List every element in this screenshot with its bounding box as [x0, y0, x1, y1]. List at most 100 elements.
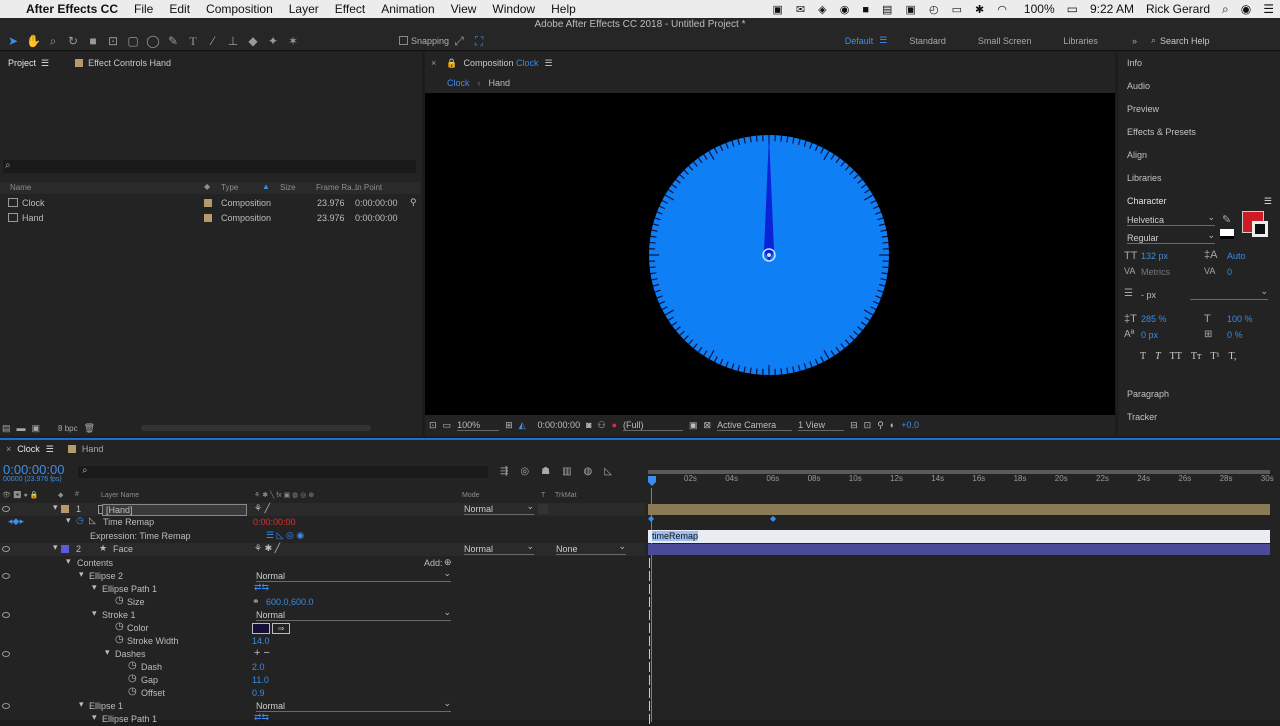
panel-tracker[interactable]: Tracker	[1118, 406, 1280, 429]
property-value[interactable]: 0:00:00:00	[253, 517, 296, 527]
camera-select[interactable]: Active Camera	[717, 420, 792, 431]
battery-level[interactable]: 100%	[1018, 2, 1061, 16]
property-value[interactable]: 11.0	[252, 675, 269, 685]
rotation-tool-icon[interactable]: ↻	[66, 34, 80, 48]
snapping-checkbox[interactable]	[399, 36, 408, 45]
magnification-select[interactable]: 100%	[457, 420, 499, 431]
selection-tool-icon[interactable]: ➤	[6, 34, 20, 48]
breadcrumb-hand[interactable]: Hand	[481, 78, 519, 88]
leading-value[interactable]: Auto	[1227, 251, 1246, 261]
blend-mode-select[interactable]: Normal	[256, 610, 451, 621]
visibility-eye-icon[interactable]	[2, 546, 10, 552]
twirl-open-icon[interactable]: ▾	[79, 569, 84, 580]
layer-switches[interactable]: ⚘ ✱ ╱	[254, 543, 280, 554]
label-swatch-icon[interactable]	[61, 505, 69, 513]
trkmat-box[interactable]	[538, 504, 548, 514]
delete-icon[interactable]: 🗑	[84, 423, 95, 434]
col-t[interactable]: T	[541, 492, 545, 499]
property-row[interactable]: ▾Stroke 1Normal	[0, 609, 645, 622]
timeline-track[interactable]	[648, 596, 1270, 609]
workspace-small-screen[interactable]: Small Screen	[970, 36, 1056, 46]
roto-brush-icon[interactable]: ✦	[266, 34, 280, 48]
stroke-order-select[interactable]	[1190, 289, 1268, 300]
tab-effect-controls[interactable]: Effect Controls Hand	[67, 58, 179, 68]
panel-menu-icon[interactable]: ☰	[545, 58, 553, 69]
search-help-input[interactable]: Search Help	[1160, 36, 1280, 46]
stroke-width-value[interactable]: - px	[1141, 290, 1156, 300]
timeline-current-time[interactable]: 0:00:00:00	[3, 462, 64, 477]
panel-info[interactable]: Info	[1118, 52, 1280, 75]
timeline-track[interactable]	[648, 648, 1270, 661]
workspace-default[interactable]: Default	[839, 36, 880, 46]
new-folder-icon[interactable]: ▬	[17, 423, 26, 433]
ellipse-tool-icon[interactable]: ◯	[146, 34, 160, 48]
blend-mode-select[interactable]: Normal	[464, 504, 534, 515]
property-row[interactable]: ▾Ellipse Path 1⇄⇆	[0, 583, 645, 596]
resolution-select[interactable]: (Full)	[623, 420, 683, 431]
all-caps-button[interactable]: TT	[1170, 351, 1182, 362]
font-size-value[interactable]: 132 px	[1141, 251, 1168, 261]
kerning-value[interactable]: Metrics	[1141, 267, 1170, 277]
panel-menu-icon[interactable]: ☰	[46, 444, 54, 455]
shy-icon[interactable]: ☗	[541, 466, 550, 477]
panel-align[interactable]: Align	[1118, 144, 1280, 167]
snapshot-icon[interactable]: ◙	[586, 420, 591, 430]
property-row[interactable]: ▾ContentsAdd:⊕	[0, 557, 645, 570]
user-name[interactable]: Rick Gerard	[1140, 2, 1216, 16]
graph-editor-icon[interactable]: ◺	[604, 466, 612, 477]
timeline-track[interactable]	[648, 544, 1270, 555]
show-snapshot-icon[interactable]: ⚇	[598, 420, 606, 431]
project-item-hand[interactable]: Hand Composition 23.976 0:00:00:00	[0, 210, 420, 225]
visibility-eye-icon[interactable]	[2, 506, 10, 512]
exposure-reset-icon[interactable]: ◐	[890, 420, 895, 430]
puppet-tool-icon[interactable]: ✶	[286, 34, 300, 48]
panel-character-title[interactable]: Character☰	[1118, 190, 1280, 213]
project-item-clock[interactable]: Clock Composition 23.976 0:00:00:00 ⚲	[0, 195, 420, 210]
small-caps-button[interactable]: Tт	[1191, 351, 1201, 362]
close-tab-icon[interactable]: ×	[0, 444, 17, 454]
twirl-open-icon[interactable]: ▾	[92, 582, 97, 593]
fast-preview-icon[interactable]: ▣	[689, 420, 698, 431]
vertical-scale-value[interactable]: 285 %	[1141, 314, 1167, 324]
visibility-eye-icon[interactable]	[2, 612, 10, 618]
font-family-select[interactable]: Helvetica	[1127, 215, 1215, 226]
project-search-bar[interactable]: ⌕	[3, 160, 416, 173]
timeline-track[interactable]	[648, 583, 1270, 596]
path-direction-icon[interactable]: ⇄⇆	[254, 712, 269, 723]
lock-icon[interactable]: 🔒	[446, 58, 457, 69]
panel-audio[interactable]: Audio	[1118, 75, 1280, 98]
twirl-open-icon[interactable]: ▾	[53, 502, 58, 513]
timeline-search-input[interactable]: ⌕	[78, 466, 488, 478]
property-value[interactable]: 14.0	[252, 636, 270, 646]
timeline-track[interactable]	[648, 661, 1270, 674]
track-matte-select[interactable]: None	[556, 544, 626, 555]
property-row[interactable]: Expression: Time Remap☰ ◺ ◎ ◉	[0, 530, 645, 543]
app-menu[interactable]: After Effects CC	[18, 2, 126, 16]
menu-file[interactable]: File	[126, 2, 161, 16]
comp-viewer[interactable]	[425, 93, 1115, 415]
twirl-open-icon[interactable]: ▾	[92, 608, 97, 619]
expression-field[interactable]: timeRemap	[652, 531, 698, 541]
stopwatch-icon[interactable]: ◷	[128, 686, 137, 697]
bit-depth[interactable]: 8 bpc	[58, 424, 78, 433]
twirl-open-icon[interactable]: ▾	[53, 542, 58, 553]
stopwatch-icon[interactable]: ◷	[128, 660, 137, 671]
workspace-menu-icon[interactable]: ☰	[879, 35, 901, 46]
draft-3d-icon[interactable]: ◎	[520, 466, 529, 477]
views-select[interactable]: 1 View	[798, 420, 844, 431]
twirl-open-icon[interactable]: ▾	[66, 515, 71, 526]
type-tool-icon[interactable]: T	[186, 34, 200, 48]
twirl-open-icon[interactable]: ▾	[79, 699, 84, 710]
panel-menu-icon[interactable]: ☰	[1264, 190, 1272, 213]
property-value[interactable]: 2.0	[252, 662, 265, 672]
baseline-shift-value[interactable]: 0 px	[1141, 330, 1158, 340]
menu-composition[interactable]: Composition	[198, 2, 281, 16]
workspace-libraries[interactable]: Libraries	[1055, 36, 1122, 46]
timeline-track[interactable]	[648, 622, 1270, 635]
workspace-standard[interactable]: Standard	[901, 36, 970, 46]
layer-row-hand[interactable]: ▾1[Hand]⚘ ╱Normal	[0, 503, 645, 516]
add-dash-icon[interactable]: + −	[254, 647, 270, 659]
superscript-button[interactable]: T¹	[1210, 351, 1219, 362]
keyframe-icon[interactable]: ◆	[770, 514, 776, 523]
property-row[interactable]: ◂◆▸▾◷◺Time Remap0:00:00:00	[0, 516, 645, 529]
